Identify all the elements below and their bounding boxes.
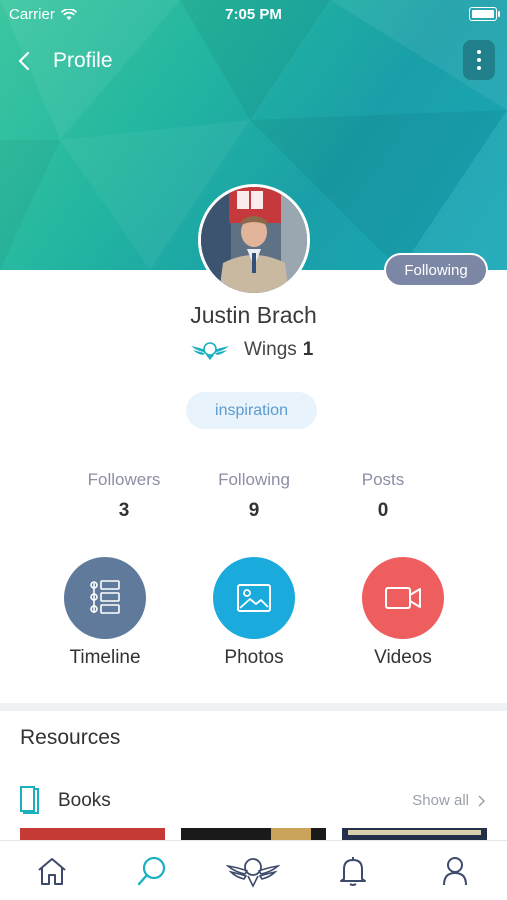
tab-home[interactable]: [22, 851, 82, 891]
books-row: Books Show all: [0, 782, 507, 822]
timeline-button[interactable]: Timeline: [35, 557, 175, 669]
stat-value: 9: [248, 500, 260, 521]
wings-row: Wings 1: [190, 336, 313, 364]
section-divider: [0, 703, 507, 711]
user-icon: [443, 857, 467, 886]
tab-search[interactable]: [122, 851, 182, 891]
stat-label: Following: [218, 470, 290, 489]
profile-avatar[interactable]: [198, 184, 310, 296]
status-bar: Carrier 7:05 PM: [0, 0, 507, 30]
stat-label: Posts: [361, 470, 405, 489]
back-button[interactable]: [12, 48, 36, 74]
tab-wings[interactable]: [223, 851, 283, 891]
timeline-circle[interactable]: [64, 557, 146, 639]
photo-icon: [237, 584, 271, 612]
search-icon: [137, 856, 166, 886]
timeline-icon: [90, 580, 120, 614]
tab-notifications[interactable]: [323, 851, 383, 891]
stat-posts[interactable]: Posts 0: [313, 470, 453, 522]
stat-following[interactable]: Following 9: [184, 470, 324, 522]
tab-profile[interactable]: [425, 851, 485, 891]
tab-bar: [0, 840, 507, 900]
battery-icon: [469, 7, 500, 21]
stat-label: Followers: [87, 470, 161, 489]
show-all-link[interactable]: Show all: [412, 792, 485, 809]
show-all-label: Show all: [412, 792, 469, 809]
video-camera-icon: [385, 587, 421, 609]
nav-bar: Profile: [0, 40, 507, 84]
books-label: Books: [58, 790, 111, 811]
photos-button[interactable]: Photos: [184, 557, 324, 669]
book-icon: [20, 786, 39, 814]
chevron-right-icon: [478, 794, 485, 807]
stat-followers[interactable]: Followers 3: [54, 470, 194, 522]
bell-icon: [340, 857, 366, 886]
page-title: Profile: [53, 49, 113, 72]
profile-name: Justin Brach: [190, 302, 317, 328]
photos-label: Photos: [224, 647, 284, 668]
stat-value: 0: [377, 500, 389, 521]
timeline-label: Timeline: [69, 647, 141, 668]
more-options-button[interactable]: [463, 40, 495, 80]
resources-title: Resources: [20, 726, 121, 749]
videos-circle[interactable]: [362, 557, 444, 639]
interest-tag[interactable]: inspiration: [186, 392, 317, 429]
chevron-left-icon: [18, 51, 30, 71]
photos-circle[interactable]: [213, 557, 295, 639]
wings-count: 1: [302, 339, 314, 360]
videos-label: Videos: [374, 647, 432, 668]
more-vertical-icon: [477, 50, 481, 54]
stat-value: 3: [118, 500, 130, 521]
wings-label: Wings: [244, 339, 297, 360]
status-time: 7:05 PM: [225, 6, 282, 23]
wings-logo-icon: [226, 858, 280, 888]
home-icon: [38, 858, 66, 885]
videos-button[interactable]: Videos: [333, 557, 473, 669]
avatar-photo: [201, 187, 307, 293]
following-button[interactable]: Following: [384, 253, 488, 287]
battery-level: [472, 10, 494, 18]
wings-icon: [191, 342, 229, 360]
